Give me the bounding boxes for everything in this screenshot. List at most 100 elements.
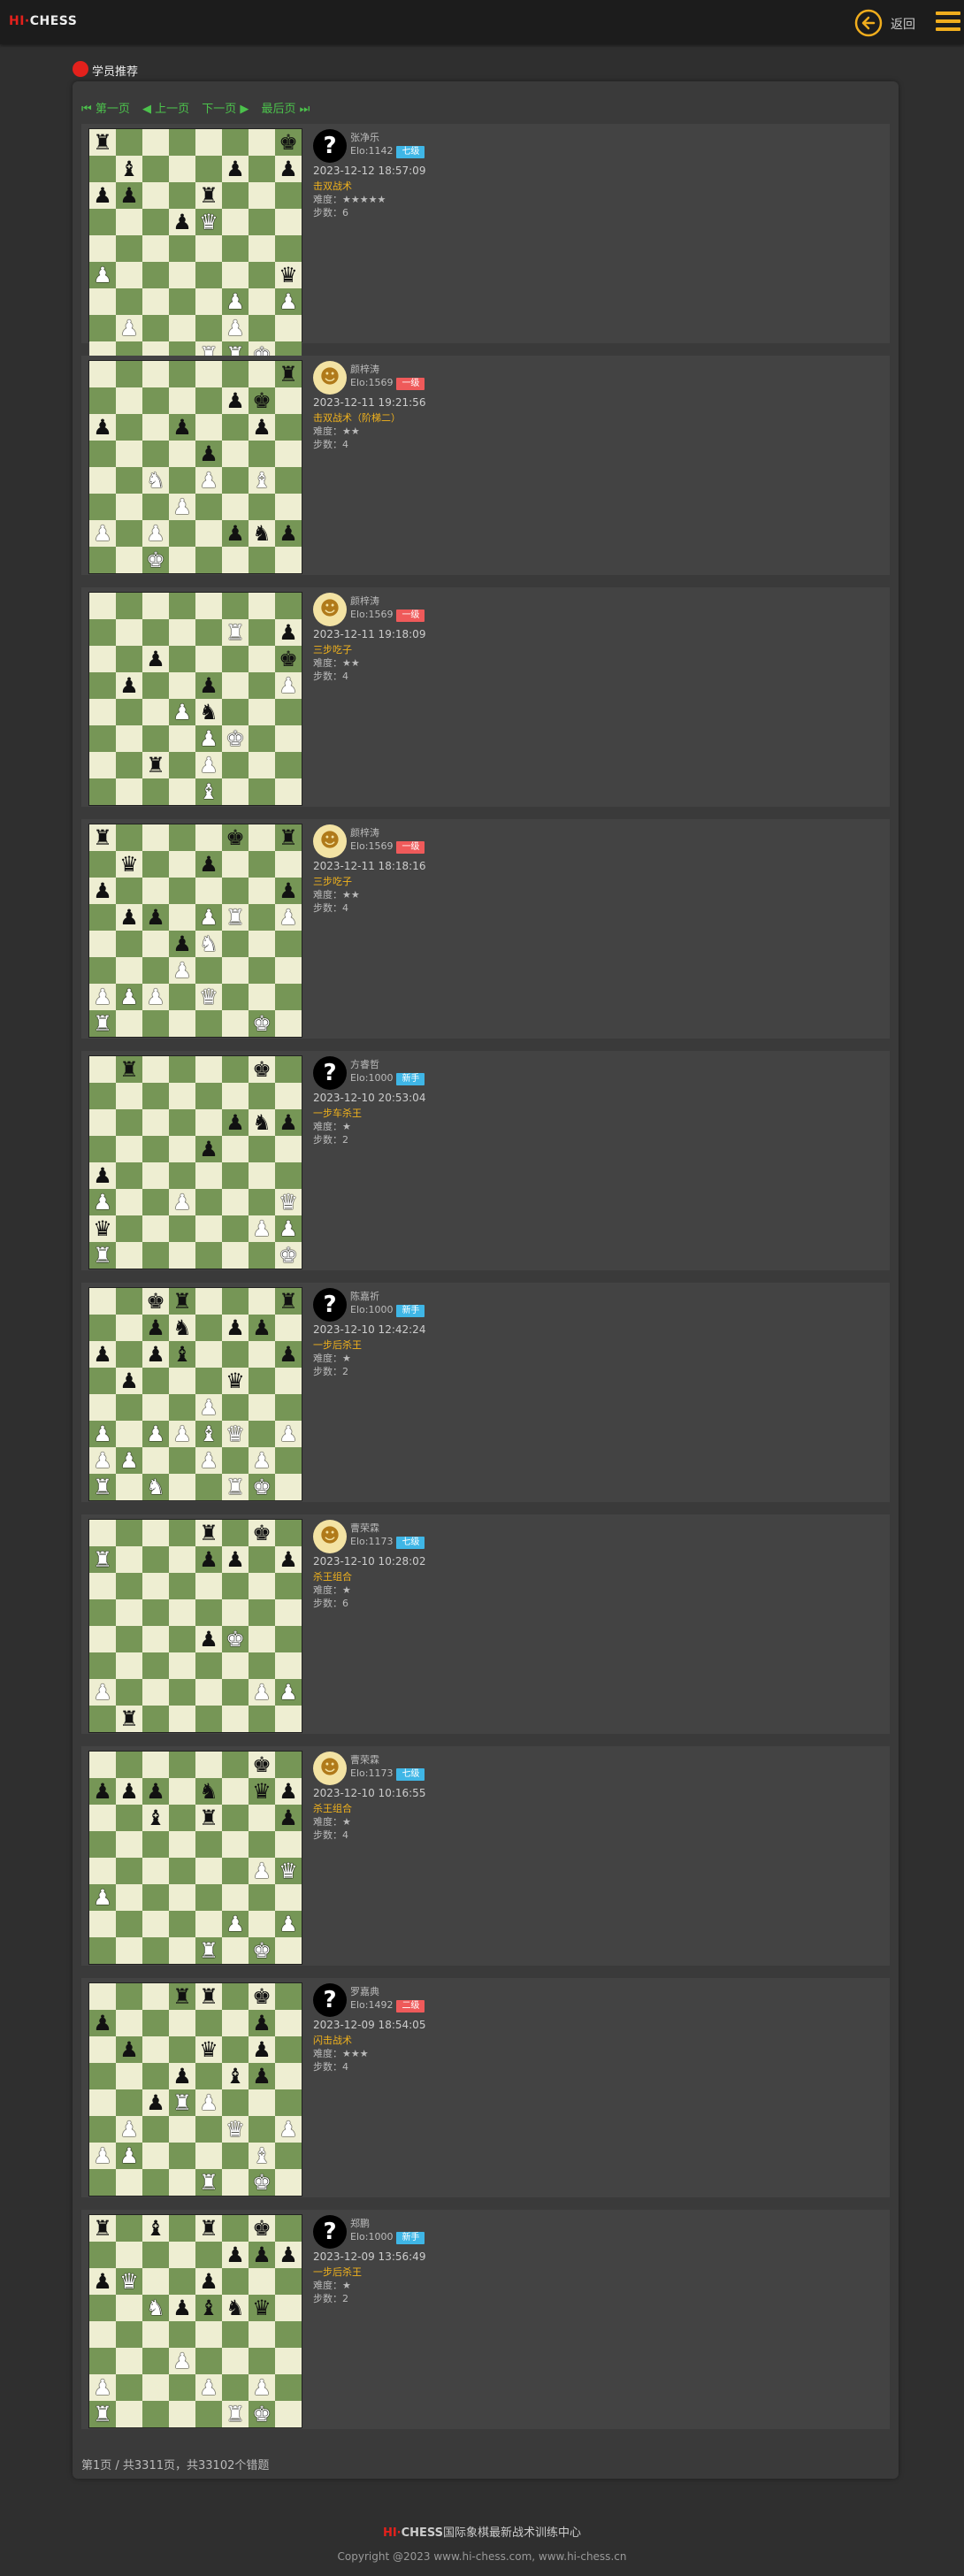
- board-square: [89, 2089, 116, 2116]
- chess-board[interactable]: ♜ ♚ ♜ ♛ ♟ ♟ ♟ ♟ ♟ ♟ ♜ ♟ ♟ ♞ ♟ ♟ ♟ ♟ ♛ ♜ ♚: [88, 824, 302, 1038]
- white-pawn-icon: ♟: [142, 1421, 169, 1447]
- board-square: [116, 494, 142, 520]
- board-square: [142, 2169, 169, 2196]
- board-square: [195, 1315, 222, 1341]
- site-logo[interactable]: HI·CHESS: [9, 14, 77, 28]
- chess-board[interactable]: ♜ ♝ ♜ ♚ ♟ ♟ ♟ ♟ ♛ ♟ ♞ ♟ ♝ ♞ ♛ ♟ ♟ ♟ ♟ ♜ ♜ ♚: [88, 2214, 302, 2428]
- board-square: [169, 1706, 195, 1732]
- puzzle-card[interactable]: ♚ ♟ ♟ ♟ ♞ ♛ ♟ ♝ ♜ ♟ ♟ ♛ ♟ ♟ ♟ ♜ ♚ ☻ 曹荣霖 Elo:1173 七级 2023-12-1…: [81, 1746, 890, 1966]
- board-square: [169, 878, 195, 904]
- board-square: [275, 2036, 302, 2063]
- board-square: [222, 262, 249, 288]
- student-name: 颜梓涛: [350, 827, 379, 839]
- black-rook-icon: ♜: [275, 1288, 302, 1315]
- white-knight-icon: ♞: [142, 1474, 169, 1500]
- puzzle-card[interactable]: ♜ ♚ ♝ ♟ ♟ ♟ ♟ ♜ ♟ ♛ ♟ ♛ ♟ ♟ ♟ ♟ ♜ ♜ ♚? 张净乐 Elo:1142 七级 2023-12…: [81, 124, 890, 368]
- board-square: [275, 182, 302, 209]
- board-square: [89, 619, 116, 646]
- board-square: [142, 593, 169, 619]
- black-pawn-icon: ♟: [195, 441, 222, 467]
- board-square: [275, 699, 302, 725]
- chess-board[interactable]: ♜ ♜ ♚ ♟ ♟ ♟ ♛ ♟ ♟ ♝ ♟ ♟ ♜ ♟ ♟ ♛ ♟ ♟ ♟ ♝ ♜ ♚: [88, 1982, 302, 2196]
- back-arrow-icon[interactable]: [854, 9, 883, 37]
- black-pawn-icon: ♟: [142, 2089, 169, 2116]
- student-info: 颜梓涛 Elo:1569 一级: [350, 363, 425, 390]
- board-square: [142, 2374, 169, 2401]
- board-square: [222, 878, 249, 904]
- puzzle-difficulty: 难度：★: [313, 1353, 351, 1364]
- board-square: [222, 1778, 249, 1805]
- chess-board[interactable]: ♜ ♚ ♟ ♞ ♟ ♟ ♟ ♟ ♟ ♛ ♛ ♟ ♟ ♜ ♚: [88, 1055, 302, 1269]
- board-square: [89, 699, 116, 725]
- board-square: [142, 1056, 169, 1083]
- puzzle-theme: 击双战术: [313, 180, 352, 192]
- board-square: [195, 235, 222, 262]
- chess-board[interactable]: ♜ ♟ ♟ ♚ ♟ ♟ ♟ ♟ ♞ ♟ ♚ ♜ ♟ ♝: [88, 592, 302, 806]
- board-square: [275, 1937, 302, 1964]
- board-square: [142, 2116, 169, 2143]
- black-knight-icon: ♞: [169, 1315, 195, 1341]
- puzzle-card[interactable]: ♜ ♚ ♜ ♟ ♟ ♟ ♟ ♚ ♟ ♟ ♟ ♜ ☻ 曹荣霖 Elo:1173 七级 2023-12-10 10:…: [81, 1514, 890, 1734]
- board-square: [142, 619, 169, 646]
- cartoon-avatar-icon: ☻: [313, 593, 347, 626]
- prev-page-link[interactable]: ◀ 上一页: [142, 103, 189, 116]
- board-square: [275, 1056, 302, 1083]
- board-square: [275, 1884, 302, 1911]
- black-rook-icon: ♜: [195, 1983, 222, 2010]
- puzzle-card[interactable]: ♜ ♟ ♟ ♚ ♟ ♟ ♟ ♟ ♞ ♟ ♚ ♜ ♟ ♝ ☻ 颜梓涛 Elo:1569 一级 2023-12-11 1…: [81, 587, 890, 807]
- puzzle-card[interactable]: ♚ ♜ ♜ ♟ ♞ ♟ ♟ ♟ ♟ ♝ ♟ ♟ ♛ ♟ ♟ ♟ ♟ ♝ ♛ ♟ ♟ ♟ ♟ ♟ ♜ ♞ ♜ ♚? 陈嘉祈 Elo:1000…: [81, 1283, 890, 1502]
- hamburger-menu-icon[interactable]: [936, 12, 960, 33]
- board-square: [116, 520, 142, 547]
- board-square: [249, 361, 275, 387]
- board-square: [169, 129, 195, 156]
- puzzle-card[interactable]: ♜ ♚ ♜ ♛ ♟ ♟ ♟ ♟ ♟ ♟ ♜ ♟ ♟ ♞ ♟ ♟ ♟ ♟ ♛ ♜ ♚ ☻ 颜梓涛 Elo:1569 一级 2023-…: [81, 819, 890, 1039]
- last-page-link[interactable]: 最后页 ⏭: [262, 103, 310, 116]
- back-label[interactable]: 返回: [891, 15, 915, 33]
- puzzle-card[interactable]: ♜ ♝ ♜ ♚ ♟ ♟ ♟ ♟ ♛ ♟ ♞ ♟ ♝ ♞ ♛ ♟ ♟ ♟ ♟ ♜ ♜ ♚? 郑鹏 Elo:1000 新手 2023-…: [81, 2210, 890, 2429]
- board-square: [222, 1983, 249, 2010]
- board-square: [169, 1056, 195, 1083]
- puzzle-card[interactable]: ♜ ♜ ♚ ♟ ♟ ♟ ♛ ♟ ♟ ♝ ♟ ♟ ♜ ♟ ♟ ♛ ♟ ♟ ♟ ♝ ♜ ♚? 罗嘉典 Elo:1492 二级 2023…: [81, 1978, 890, 2197]
- board-square: [116, 1109, 142, 1136]
- black-pawn-icon: ♟: [142, 1778, 169, 1805]
- white-bishop-icon: ♝: [195, 778, 222, 805]
- board-square: [222, 1858, 249, 1884]
- chess-board[interactable]: ♜ ♚ ♜ ♟ ♟ ♟ ♟ ♚ ♟ ♟ ♟ ♜: [88, 1519, 302, 1733]
- black-rook-icon: ♜: [169, 1288, 195, 1315]
- board-square: [222, 182, 249, 209]
- board-square: [195, 414, 222, 441]
- board-square: [142, 931, 169, 957]
- black-pawn-icon: ♟: [89, 2010, 116, 2036]
- black-bishop-icon: ♝: [142, 2215, 169, 2242]
- board-square: [249, 1162, 275, 1189]
- puzzle-steps: 步数：6: [313, 1598, 348, 1609]
- board-square: [275, 1162, 302, 1189]
- first-page-link[interactable]: ⏮ 第一页: [81, 103, 130, 116]
- board-square: [169, 1652, 195, 1679]
- board-square: [195, 2348, 222, 2374]
- board-square: [222, 1884, 249, 1911]
- puzzle-date: 2023-12-09 18:54:05: [313, 2019, 426, 2031]
- puzzle-card[interactable]: ♜ ♟ ♚ ♟ ♟ ♟ ♟ ♞ ♟ ♝ ♟ ♟ ♟ ♟ ♞ ♟ ♚ ☻ 颜梓涛 Elo:1569 一级 2023-12-1…: [81, 356, 890, 575]
- puzzle-card[interactable]: ♜ ♚ ♟ ♞ ♟ ♟ ♟ ♟ ♟ ♛ ♛ ♟ ♟ ♜ ♚? 方睿哲 Elo:1000 新手 2023-12-10 …: [81, 1051, 890, 1270]
- footer-brand: HI·CHESS国际象棋最新战术训练中心: [382, 2526, 582, 2540]
- chess-board[interactable]: ♚ ♟ ♟ ♟ ♞ ♛ ♟ ♝ ♜ ♟ ♟ ♛ ♟ ♟ ♟ ♜ ♚: [88, 1751, 302, 1965]
- white-pawn-icon: ♟: [89, 262, 116, 288]
- chess-board[interactable]: ♜ ♚ ♝ ♟ ♟ ♟ ♟ ♜ ♟ ♛ ♟ ♛ ♟ ♟ ♟ ♟ ♜ ♜ ♚: [88, 128, 302, 368]
- board-square: [89, 1315, 116, 1341]
- board-square: [169, 1546, 195, 1573]
- board-square: [89, 1831, 116, 1858]
- elo-line: Elo:1000 新手: [350, 1071, 425, 1085]
- white-pawn-icon: ♟: [195, 752, 222, 778]
- board-square: [195, 1189, 222, 1215]
- student-name: 郑鹏: [350, 2218, 370, 2229]
- board-square: [222, 1520, 249, 1546]
- next-page-link[interactable]: 下一页 ▶: [202, 103, 249, 116]
- chess-board[interactable]: ♚ ♜ ♜ ♟ ♞ ♟ ♟ ♟ ♟ ♝ ♟ ♟ ♛ ♟ ♟ ♟ ♟ ♝ ♛ ♟ ♟ ♟ ♟ ♟ ♜ ♞ ♜ ♚: [88, 1287, 302, 1501]
- board-square: [195, 2116, 222, 2143]
- board-square: [142, 2010, 169, 2036]
- chess-board[interactable]: ♜ ♟ ♚ ♟ ♟ ♟ ♟ ♞ ♟ ♝ ♟ ♟ ♟ ♟ ♞ ♟ ♚: [88, 360, 302, 574]
- board-square: [89, 387, 116, 414]
- board-square: [222, 1136, 249, 1162]
- black-knight-icon: ♞: [222, 2295, 249, 2321]
